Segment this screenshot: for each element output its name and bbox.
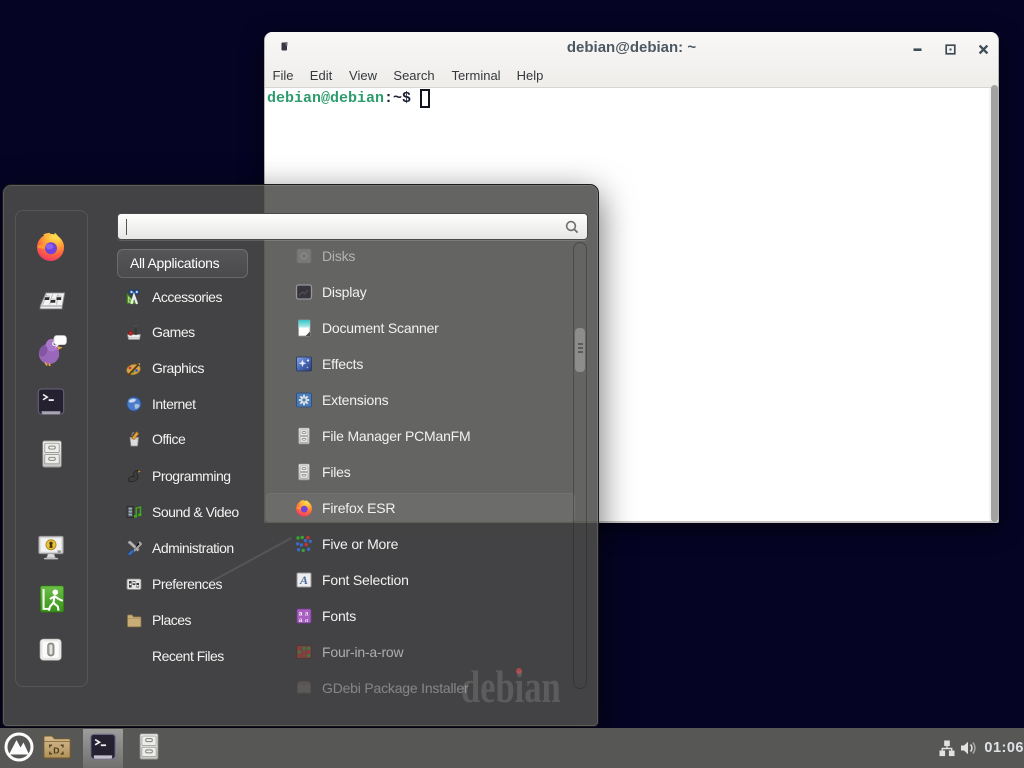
svg-text:A: A	[299, 573, 308, 587]
svg-text:a: a	[305, 617, 308, 624]
svg-text:D: D	[53, 745, 59, 755]
svg-text:a: a	[299, 617, 303, 624]
